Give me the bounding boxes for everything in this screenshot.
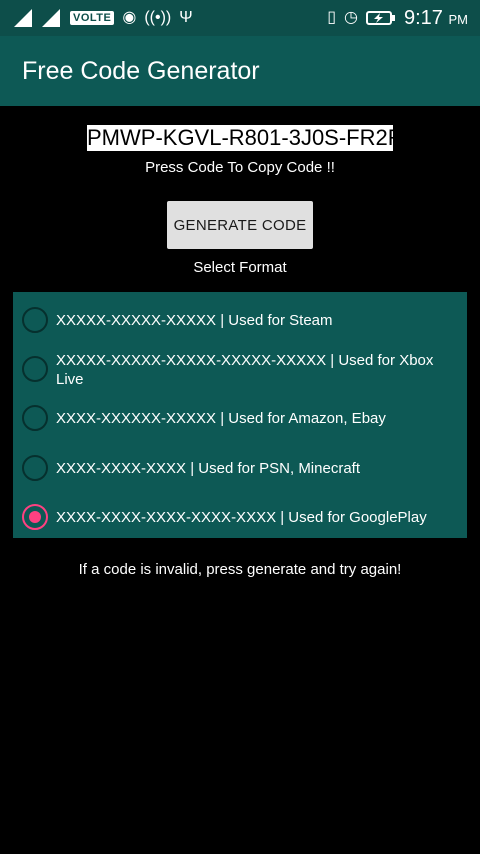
signal-strength-icon — [14, 9, 32, 27]
status-bar: VOLTE ◉ ((•)) Ψ ▯ ◷ 9:17 PM — [0, 0, 480, 36]
signal-strength-icon-2 — [42, 9, 60, 27]
radio-button[interactable] — [22, 307, 48, 333]
format-option-label: XXXX-XXXX-XXXX | Used for PSN, Minecraft — [56, 460, 360, 477]
format-option-amazon[interactable]: XXXX-XXXXXX-XXXXX | Used for Amazon, Eba… — [13, 405, 467, 431]
radio-button-checked[interactable] — [22, 504, 48, 530]
copy-hint-text: Press Code To Copy Code !! — [145, 159, 335, 176]
radio-button[interactable] — [22, 405, 48, 431]
clock: 9:17 PM — [404, 7, 468, 30]
volte-badge: VOLTE — [70, 11, 115, 25]
alarm-icon: ◷ — [344, 9, 358, 26]
format-radio-group: XXXXX-XXXXX-XXXXX | Used for Steam XXXXX… — [13, 292, 467, 538]
radio-button[interactable] — [22, 455, 48, 481]
format-option-steam[interactable]: XXXXX-XXXXX-XXXXX | Used for Steam — [13, 307, 467, 333]
format-option-xbox[interactable]: XXXXX-XXXXX-XXXXX-XXXXX-XXXXX | Used for… — [13, 349, 467, 389]
generated-code-display[interactable]: PMWP-KGVL-R801-3J0S-FR2R — [87, 125, 393, 151]
app-title: Free Code Generator — [22, 56, 260, 85]
format-option-label: XXXX-XXXX-XXXX-XXXX-XXXX | Used for Goog… — [56, 509, 427, 526]
hotspot-icon: ((•)) — [144, 9, 172, 26]
generate-code-button[interactable]: GENERATE CODE — [167, 201, 313, 249]
usb-icon: Ψ — [179, 9, 193, 26]
select-format-label: Select Format — [193, 259, 287, 276]
format-option-psn[interactable]: XXXX-XXXX-XXXX | Used for PSN, Minecraft — [13, 455, 467, 481]
clock-time: 9:17 — [404, 6, 443, 29]
status-left: VOLTE ◉ ((•)) Ψ — [14, 9, 193, 27]
app-bar: Free Code Generator — [0, 36, 480, 106]
format-option-label: XXXXX-XXXXX-XXXXX-XXXXX-XXXXX | Used for… — [56, 352, 434, 388]
radio-button[interactable] — [22, 356, 48, 382]
format-option-googleplay[interactable]: XXXX-XXXX-XXXX-XXXX-XXXX | Used for Goog… — [13, 504, 467, 530]
clock-ampm: PM — [448, 11, 469, 27]
vibrate-icon: ▯ — [327, 9, 337, 26]
app-notification-icon: ◉ — [122, 9, 137, 26]
format-option-label: XXXXX-XXXXX-XXXXX | Used for Steam — [56, 312, 333, 329]
invalid-code-hint: If a code is invalid, press generate and… — [78, 561, 402, 578]
status-right: ▯ ◷ 9:17 PM — [327, 7, 468, 30]
battery-charging-icon — [366, 11, 395, 25]
format-option-label: XXXX-XXXXXX-XXXXX | Used for Amazon, Eba… — [56, 410, 386, 427]
